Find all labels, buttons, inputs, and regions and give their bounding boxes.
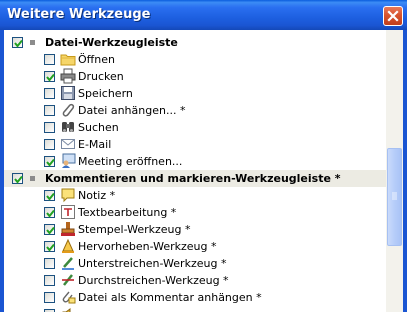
audio-comment-icon [62,308,71,312]
item-label: Textbearbeitung * [78,206,177,219]
group-row-datei[interactable]: Datei-Werkzeugleiste [4,34,386,51]
item-checkbox[interactable] [44,258,55,269]
item-label: Öffnen [78,53,115,66]
group-row-kommentieren[interactable]: Kommentieren und markieren-Werkzeugleist… [4,170,386,187]
checkmark-icon [46,192,55,201]
item-label: E-Mail [78,138,112,151]
paperclip-icon [62,103,75,117]
item-label: Speichern [78,87,133,100]
window-frame-right [403,30,407,312]
item-checkbox[interactable] [44,122,55,133]
list-item-notiz[interactable]: Notiz * [4,187,386,204]
strikethrough-icon [62,274,74,286]
list-item-datei-kommentar[interactable]: Datei als Kommentar anhängen * [4,289,386,306]
item-label: Meeting eröffnen... [78,155,183,168]
list-item-email[interactable]: E-Mail [4,136,386,153]
item-label: Stempel-Werkzeug * [78,223,191,236]
checkmark-icon [14,39,23,48]
item-checkbox[interactable] [44,207,55,218]
item-checkbox[interactable] [44,224,55,235]
title-bar[interactable]: Weitere Werkzeuge [0,0,407,30]
item-checkbox[interactable] [44,190,55,201]
floppy-disk-icon [61,86,75,100]
item-checkbox[interactable] [44,292,55,303]
item-checkbox[interactable] [44,156,55,167]
item-checkbox[interactable] [44,71,55,82]
item-checkbox[interactable] [44,105,55,116]
item-label: Durchstreichen-Werkzeug * [78,274,229,287]
list-item-meeting[interactable]: Meeting eröffnen... [4,153,386,170]
item-checkbox[interactable] [44,54,55,65]
item-label: Datei als Kommentar anhängen * [78,291,262,304]
group-label-kommentieren: Kommentieren und markieren-Werkzeugleist… [45,172,341,185]
list-item-oeffnen[interactable]: Öffnen [4,51,386,68]
list-item-datei-anhaengen[interactable]: Datei anhängen... * [4,102,386,119]
group-checkbox-datei[interactable] [12,37,23,48]
printer-icon [60,68,76,84]
checkmark-icon [46,209,55,218]
list-item-unterstreichen[interactable]: Unterstreichen-Werkzeug * [4,255,386,272]
tool-list: Datei-Werkzeugleiste Öffnen Drucken Spei… [4,30,386,312]
stamp-icon [61,222,75,236]
item-label: Unterstreichen-Werkzeug * [78,257,227,270]
group-bullet [30,176,35,181]
group-checkbox-kommentieren[interactable] [12,173,23,184]
checkmark-icon [46,158,55,167]
binoculars-icon [62,122,74,132]
envelope-icon [61,139,75,149]
item-label: Notiz * [78,189,116,202]
close-button[interactable] [383,6,403,26]
group-label-datei: Datei-Werkzeugleiste [45,36,178,49]
item-checkbox[interactable] [44,241,55,252]
checkmark-icon [46,226,55,235]
grip-icon [392,192,397,200]
item-label: Suchen [78,121,119,134]
list-item-drucken[interactable]: Drucken [4,68,386,85]
list-item-partial[interactable] [4,306,386,312]
checkmark-icon [46,73,55,82]
checkmark-icon [46,243,55,252]
item-checkbox[interactable] [44,275,55,286]
list-item-speichern[interactable]: Speichern [4,85,386,102]
vertical-scrollbar[interactable] [386,30,403,312]
item-checkbox[interactable] [44,88,55,99]
item-label: Hervorheben-Werkzeug * [78,240,217,253]
attach-comment-icon [62,291,76,304]
list-item-textbearbeitung[interactable]: Textbearbeitung * [4,204,386,221]
close-icon [387,10,399,22]
list-item-suchen[interactable]: Suchen [4,119,386,136]
underline-icon [62,257,74,270]
text-edit-icon [61,205,75,219]
highlight-icon [62,238,74,253]
item-label: Datei anhängen... * [78,104,186,117]
list-item-durchstreichen[interactable]: Durchstreichen-Werkzeug * [4,272,386,289]
item-checkbox[interactable] [44,139,55,150]
checkmark-icon [14,175,23,184]
item-label: Drucken [78,70,124,83]
note-icon [61,188,75,203]
group-bullet [30,40,35,45]
folder-icon [60,54,76,66]
meeting-icon [62,153,76,168]
scrollbar-thumb[interactable] [387,148,402,246]
list-item-stempel[interactable]: Stempel-Werkzeug * [4,221,386,238]
list-item-hervorheben[interactable]: Hervorheben-Werkzeug * [4,238,386,255]
window-title: Weitere Werkzeuge [7,7,151,22]
